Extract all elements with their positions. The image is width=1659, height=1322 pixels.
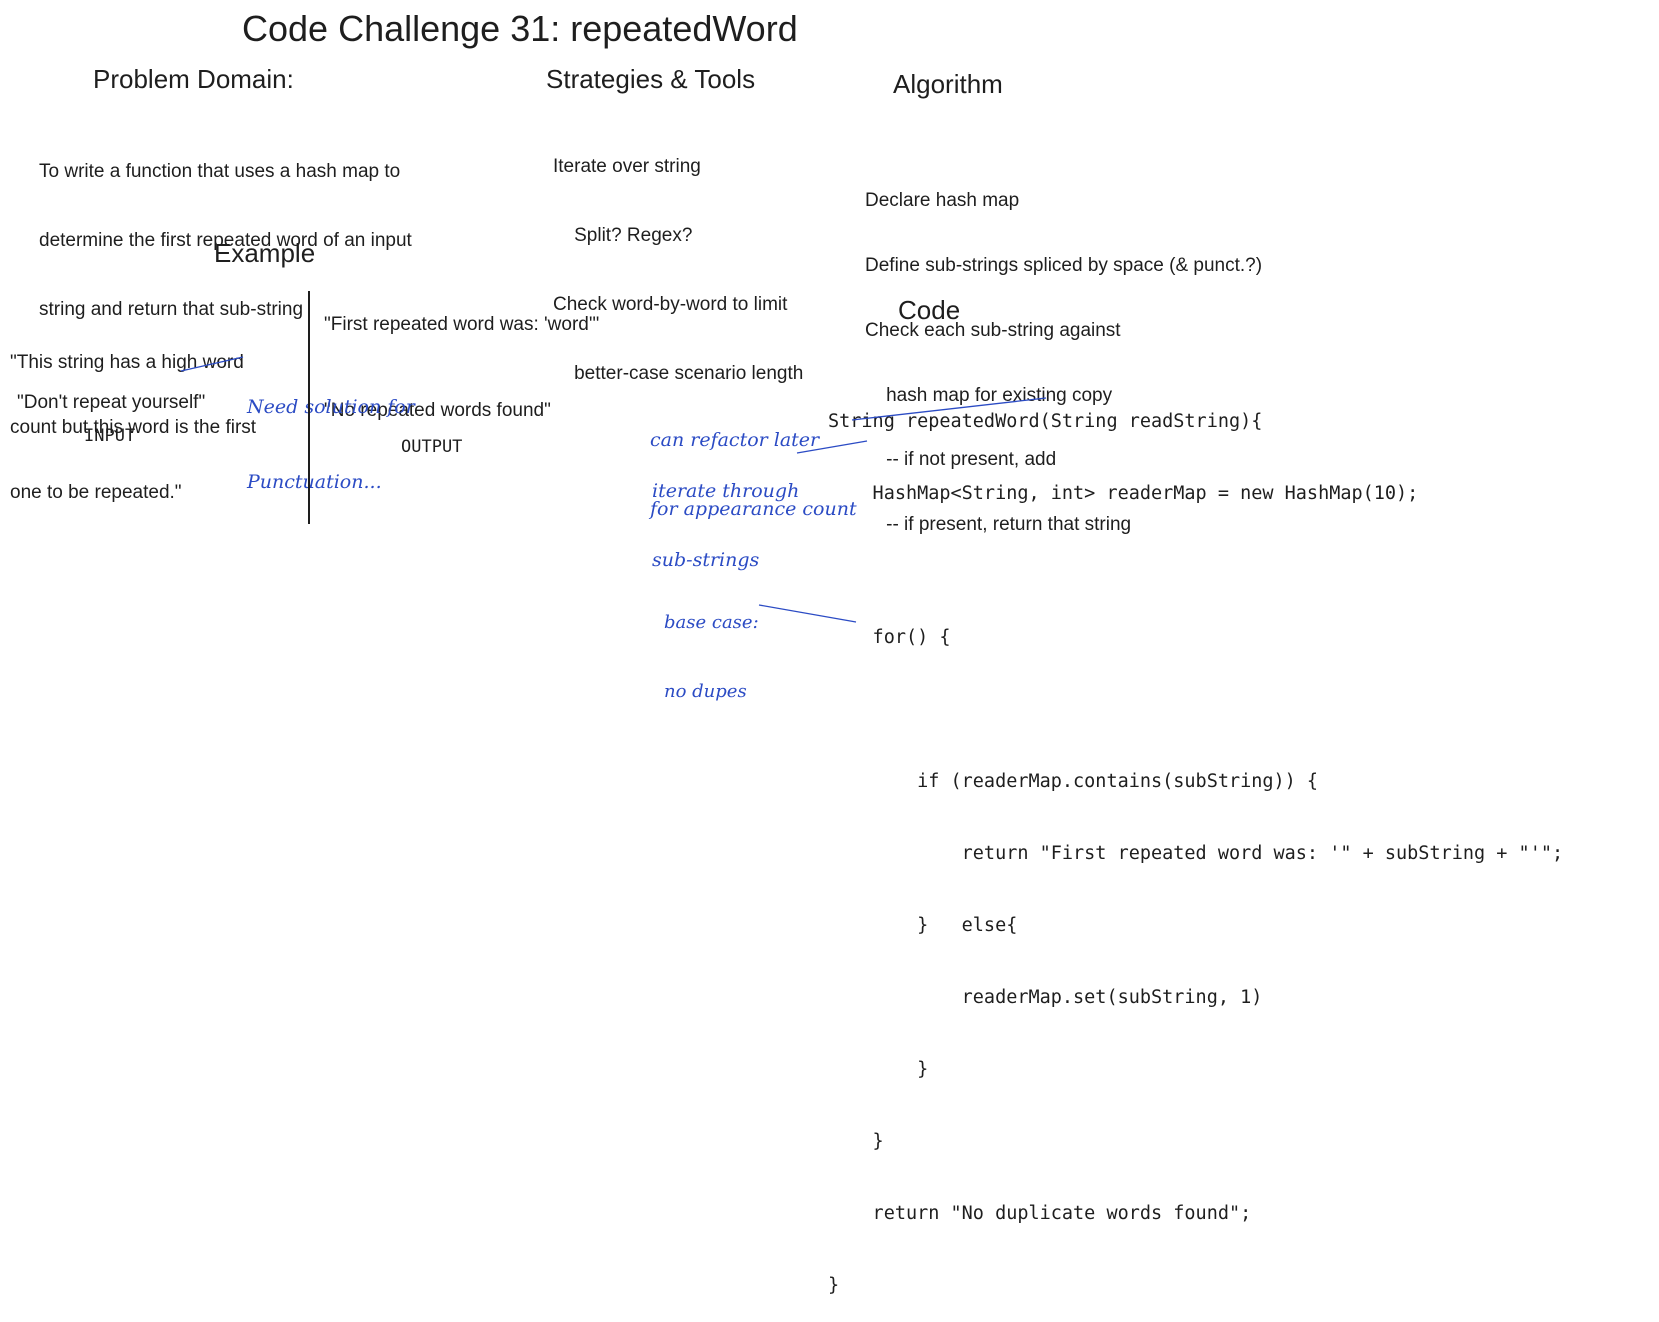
code-line: readerMap.set(subString, 1)	[828, 987, 1263, 1008]
code-line: }	[828, 1275, 840, 1296]
refactor-connector	[851, 397, 1047, 421]
code-line: return "First repeated word was: '" + su…	[828, 843, 1564, 864]
diagram-lines	[180, 291, 1047, 623]
code-line: if (readerMap.contains(subString)) {	[828, 771, 1319, 792]
code-line: return "No duplicate words found";	[828, 1203, 1252, 1224]
code-line: } else{	[828, 915, 1018, 936]
iterate-connector	[796, 440, 868, 454]
code-line: }	[828, 1059, 929, 1080]
punctuation-connector	[180, 356, 244, 372]
base-case-connector	[758, 604, 857, 623]
code-line: }	[828, 1131, 884, 1152]
